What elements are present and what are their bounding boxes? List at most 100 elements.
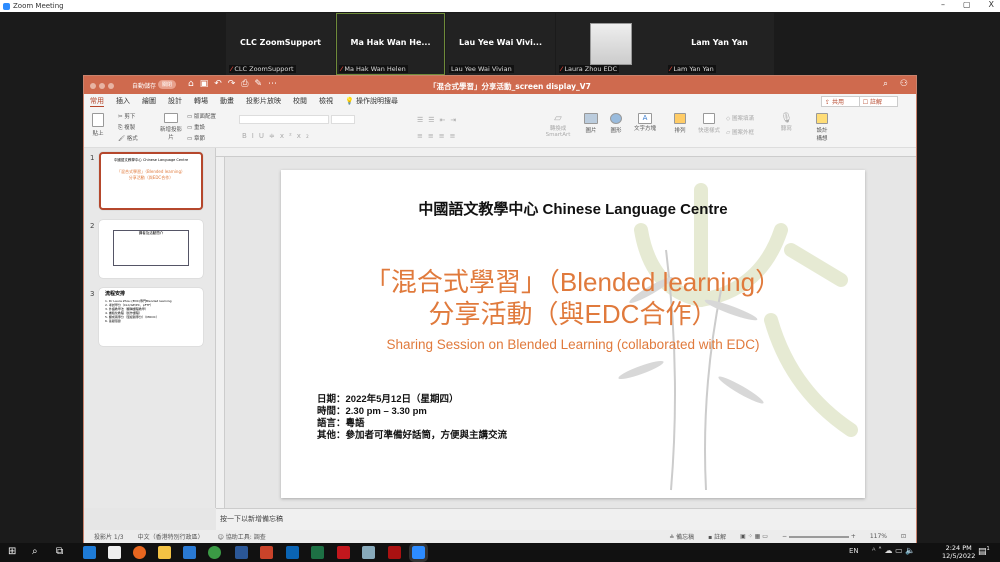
task-view-icon[interactable]: ⧉ (56, 546, 63, 557)
maximize-button[interactable]: ▢ (963, 0, 971, 9)
clock[interactable]: 2:24 PM 12/5/2022 (942, 544, 975, 560)
smartart-button[interactable]: ▱ 轉換成SmartArt (544, 113, 572, 138)
tab-view[interactable]: 檢視 (319, 96, 333, 106)
search-icon[interactable]: ⌕ (883, 79, 888, 89)
quick-styles-button[interactable]: 快速樣式 (698, 113, 720, 134)
ribbon-tabs: 常用 插入 繪圖 設計 轉場 動畫 投影片放映 校閱 檢視 💡 操作說明搜尋 ⇪… (84, 94, 916, 108)
store-icon[interactable] (108, 546, 121, 559)
pdf-app-icon[interactable] (388, 546, 401, 559)
zoom-dot[interactable] (108, 83, 114, 89)
autosave-toggle[interactable]: 關閉 (158, 80, 177, 89)
zoom-slider[interactable]: − + (782, 533, 856, 540)
powerpoint-icon[interactable] (260, 546, 273, 559)
file-explorer-icon[interactable] (158, 546, 171, 559)
slide-count: 投影片 1/3 (94, 534, 124, 541)
event-date: 日期：2022年5月12日（星期四） (317, 394, 459, 405)
participant-video (590, 23, 632, 65)
arrange-button[interactable]: 排列 (674, 113, 686, 134)
excel-icon[interactable] (311, 546, 324, 559)
paragraph-buttons[interactable]: ☰☰⇤⇥ (417, 116, 461, 124)
tab-insert[interactable]: 插入 (116, 96, 130, 106)
tray-icons[interactable]: ᴬ ˄ ☁ ▭ 🔈 (872, 546, 915, 555)
participant-tile[interactable]: ⁄ Laura Zhou EDC (556, 13, 665, 75)
font-name-select[interactable] (239, 115, 329, 124)
close-dot[interactable] (90, 83, 96, 89)
view-buttons[interactable]: ▣ ⁘ ▦ ▭ (740, 533, 768, 540)
dictate-button[interactable]: 🎙 聽寫 (780, 113, 793, 132)
picture-button[interactable]: 圖片 (584, 113, 598, 134)
share-button[interactable]: ⇪ 共用 (821, 96, 860, 107)
slide-canvas[interactable]: 中國語文教學中心 Chinese Language Centre 「混合式學習」… (281, 170, 865, 498)
event-details: 日期：2022年5月12日（星期四） 時間：2.30 pm – 3.30 pm … (317, 394, 507, 442)
copy-button[interactable]: ⎘ 複製 (118, 123, 138, 134)
notification-icon[interactable]: ▤1 (978, 546, 990, 557)
participant-tile[interactable]: Lam Yan Yan ⁄ Lam Yan Yan (665, 13, 774, 75)
textbox-button[interactable]: A 文字方塊 (634, 113, 656, 132)
format-painter-button[interactable]: 🖌 格式 (118, 134, 138, 145)
search-icon[interactable]: ⌕ (32, 546, 38, 557)
reset-button[interactable]: ▭ 重設 (187, 123, 216, 134)
new-slide-button[interactable]: 新增投影片 (160, 113, 182, 141)
input-language[interactable]: EN (849, 547, 859, 555)
zoom-app-icon[interactable] (409, 543, 428, 562)
tab-design[interactable]: 設計 (168, 96, 182, 106)
tab-draw[interactable]: 繪圖 (142, 96, 156, 106)
firefox-icon[interactable] (133, 546, 146, 559)
quick-access-icons[interactable]: ⌂▣↶↷⎙✎⋯ (188, 79, 283, 89)
cut-button[interactable]: ✂ 剪下 (118, 112, 138, 123)
notes-toggle[interactable]: ≗ 備忘稿 (669, 532, 694, 541)
font-size-select[interactable] (331, 115, 355, 124)
new-slide-icon (164, 113, 178, 123)
participant-tile-active[interactable]: Ma Hak Wan He... ⁄ Ma Hak Wan Helen (336, 13, 445, 75)
participant-tile[interactable]: Lau Yee Wai Vivi... Lau Yee Wai Vivian (446, 13, 555, 75)
slide-thumbnail-1[interactable]: 中國語文教學中心 Chinese Language Centre 「混合式學習」… (99, 152, 203, 210)
minimize-button[interactable]: – (941, 0, 945, 9)
edge-icon[interactable] (83, 546, 96, 559)
section-button[interactable]: ▭ 章節 (187, 134, 216, 145)
paste-button[interactable]: 貼上 (92, 113, 104, 137)
close-button[interactable]: X (989, 0, 994, 9)
slide-thumbnail-3[interactable]: 流程安排 1. Dr Laura Zhou (EDC)專門Blended lea… (99, 288, 203, 346)
slide-thumbnails-panel: 1 中國語文教學中心 Chinese Language Centre 「混合式學… (84, 148, 216, 508)
slide-thumbnail-2[interactable]: 講者及活動簡介 (99, 220, 203, 278)
accessibility-status[interactable]: ☺ 協助工具: 調查 (218, 532, 266, 541)
minimize-dot[interactable] (99, 83, 105, 89)
account-icon[interactable]: ⚇ (900, 79, 908, 89)
notes-pane[interactable]: 按一下以新增備忘稿 (216, 508, 916, 530)
slide-number: 3 (90, 290, 95, 298)
word-icon[interactable] (235, 546, 248, 559)
start-icon[interactable]: ⊞ (8, 546, 16, 557)
picture-icon (584, 113, 598, 124)
event-language: 語言：粵語 (317, 418, 365, 429)
comments-button[interactable]: ☐ 註解 (858, 96, 898, 107)
tab-slideshow[interactable]: 投影片放映 (246, 96, 281, 106)
participant-tile[interactable]: CLC ZoomSupport ⁄ CLC ZoomSupport (226, 13, 335, 75)
notepad-icon[interactable] (362, 546, 375, 559)
shape-outline-button[interactable]: ▱ 圖案外框 (726, 126, 754, 140)
tab-transitions[interactable]: 轉場 (194, 96, 208, 106)
zoom-level[interactable]: 117% (870, 533, 887, 540)
textbox-icon: A (638, 113, 652, 124)
layout-button[interactable]: ▭ 版面配置 (187, 112, 216, 123)
fit-slide-icon[interactable]: ⊡ (901, 533, 906, 540)
powerpoint-window: 自動儲存 關閉 ⌂▣↶↷⎙✎⋯ 「混合式學習」分享活動_screen displ… (83, 75, 917, 543)
tab-review[interactable]: 校閱 (293, 96, 307, 106)
zoom-title-bar: Zoom Meeting (0, 0, 1000, 12)
participant-name: Ma Hak Wan He... (350, 38, 431, 47)
language-status[interactable]: 中文（香港特別行政區） (138, 532, 204, 541)
design-ideas-button[interactable]: 設計構想 (814, 113, 830, 142)
shapes-button[interactable]: 圖形 (610, 113, 622, 134)
alignment-buttons[interactable]: ≡≡≡≡ (417, 132, 460, 140)
acrobat-icon[interactable] (337, 546, 350, 559)
font-format-buttons[interactable]: BIU≑x²x₂ (242, 132, 314, 140)
shape-fill-button[interactable]: ◇ 圖案填滿 (726, 112, 754, 126)
outlook-icon[interactable] (286, 546, 299, 559)
chrome-icon[interactable] (208, 546, 221, 559)
ie-icon[interactable] (183, 546, 196, 559)
comments-toggle[interactable]: ▪ 註解 (708, 532, 726, 541)
tell-me-search[interactable]: 💡 操作說明搜尋 (345, 96, 410, 106)
zoom-logo-icon (3, 2, 10, 10)
tab-home[interactable]: 常用 (90, 96, 104, 107)
tab-animations[interactable]: 動畫 (220, 96, 234, 106)
autosave-label: 自動儲存 (132, 83, 157, 90)
